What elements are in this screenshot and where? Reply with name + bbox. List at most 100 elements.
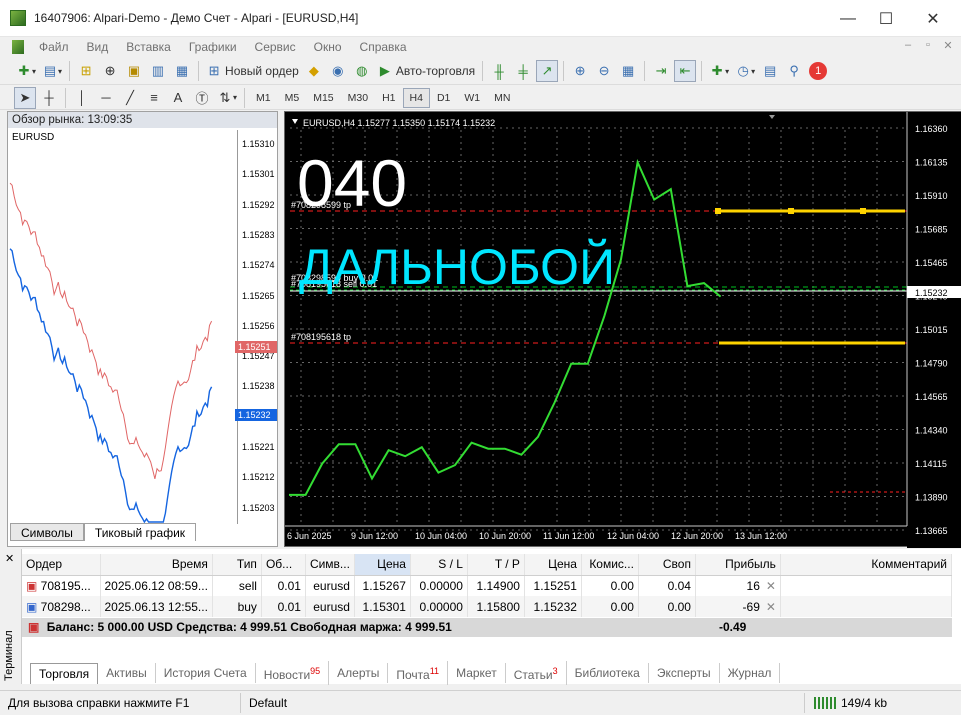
close-order-icon[interactable]: ✕ (766, 579, 776, 593)
tab-tick-chart[interactable]: Тиковый график (83, 523, 197, 541)
price-chart[interactable]: #708298599 tp #708298599 buy 0.01 #70819… (285, 112, 961, 548)
market-watch-button[interactable]: ⊞ (75, 60, 97, 82)
table-row[interactable]: ▣ 708298... 2025.06.13 12:55... buy 0.01… (22, 596, 953, 617)
menu-help[interactable]: Справка (351, 40, 416, 54)
col-tp[interactable]: T / P (467, 554, 525, 576)
tab-market[interactable]: Маркет (448, 663, 506, 683)
trendline-tool[interactable]: ╱ (119, 87, 141, 109)
arrows-tool[interactable]: ⇅ ▾ (215, 87, 239, 109)
chart-window-icon[interactable] (12, 40, 24, 54)
tf-d1[interactable]: D1 (430, 88, 457, 108)
notifications-button[interactable]: 1 (807, 60, 829, 82)
tf-w1[interactable]: W1 (457, 88, 487, 108)
col-current-price[interactable]: Цена (524, 554, 582, 576)
terminal-button[interactable]: ▥ (147, 60, 169, 82)
tf-h4[interactable]: H4 (402, 87, 430, 108)
tab-library[interactable]: Библиотека (567, 663, 649, 683)
indicators-button[interactable]: ✚ ▾ (707, 60, 731, 82)
vertical-line-tool[interactable]: │ (71, 87, 93, 109)
tab-symbols[interactable]: Символы (10, 523, 84, 541)
templates-button[interactable]: ▤ (759, 60, 781, 82)
bar-chart-button[interactable]: ╫ (488, 60, 510, 82)
tab-history[interactable]: История Счета (156, 663, 256, 683)
tab-mailbox[interactable]: Почта11 (388, 661, 449, 685)
chart-shift-button[interactable]: ⇤ (674, 60, 697, 82)
col-time[interactable]: Время (100, 554, 213, 576)
menu-charts[interactable]: Графики (180, 40, 246, 54)
text-tool[interactable]: A (167, 87, 189, 109)
mdi-restore-icon[interactable]: ▫ (920, 39, 936, 53)
chart-collapse-icon[interactable] (292, 119, 298, 124)
menu-window[interactable]: Окно (305, 40, 351, 54)
menu-file[interactable]: Файл (30, 40, 78, 54)
col-volume[interactable]: Об... (261, 554, 306, 576)
signals-button[interactable]: ◉ (327, 60, 349, 82)
col-order[interactable]: Ордер (22, 554, 101, 576)
tp-marker-handle[interactable] (788, 208, 794, 214)
autotrading-button[interactable]: ▶ Авто-торговля (375, 60, 477, 82)
cursor-tool[interactable]: ➤ (14, 86, 36, 109)
tf-m30[interactable]: M30 (341, 88, 375, 108)
crosshair-tool[interactable]: ┼ (38, 87, 60, 109)
tf-m15[interactable]: M15 (306, 88, 340, 108)
new-order-button[interactable]: ⊞ Новый ордер (204, 60, 301, 82)
line-chart-button[interactable]: ↗ (536, 60, 559, 82)
col-symbol[interactable]: Симв... (305, 554, 355, 576)
col-profit[interactable]: Прибыль (695, 554, 781, 576)
close-order-icon[interactable]: ✕ (766, 600, 776, 614)
tf-m5[interactable]: M5 (278, 88, 307, 108)
tile-windows-button[interactable]: ▦ (617, 60, 639, 82)
horizontal-line-tool[interactable]: ─ (95, 87, 117, 109)
chart-info-line: EURUSD,H4 1.15277 1.15350 1.15174 1.1523… (303, 118, 495, 128)
menu-insert[interactable]: Вставка (117, 40, 180, 54)
tab-experts[interactable]: Эксперты (649, 663, 720, 683)
tab-articles[interactable]: Статьи3 (506, 661, 567, 685)
price-tick-label: 1.15685 (915, 225, 948, 235)
periods-button[interactable]: ◷ ▾ (733, 60, 757, 82)
maximize-button[interactable]: ☐ (863, 0, 909, 37)
data-window-button[interactable]: ⊕ (99, 60, 121, 82)
tf-h1[interactable]: H1 (375, 88, 402, 108)
mdi-close-icon[interactable]: ✕ (940, 39, 956, 53)
col-sl[interactable]: S / L (410, 554, 468, 576)
tp-marker-handle[interactable] (860, 208, 866, 214)
market-watch-header: Обзор рынка: 13:09:35 (8, 112, 277, 128)
profiles-button[interactable]: ▤ ▾ (40, 60, 64, 82)
col-type[interactable]: Тип (212, 554, 262, 576)
col-swap[interactable]: Своп (638, 554, 696, 576)
search-button[interactable]: ⚲ (783, 60, 805, 82)
menu-tools[interactable]: Сервис (246, 40, 305, 54)
tp-marker-handle[interactable] (715, 208, 721, 214)
col-comment[interactable]: Комментарий (780, 554, 953, 576)
standard-toolbar: ✚ ▾ ▤ ▾ ⊞ ⊕ ▣ ▥ ▦ ⊞ Новый ордер ◆ ◉ ◍ ▶ Авто… (0, 58, 961, 85)
orders-table: Ордер Время Тип Об... Симв... Цена S / L… (22, 554, 953, 617)
auto-scroll-button[interactable]: ⇥ (650, 60, 672, 82)
tester-button[interactable]: ▦ (171, 60, 193, 82)
fibonacci-tool[interactable]: ≡ (143, 87, 165, 109)
mdi-minimize-icon[interactable]: – (900, 39, 916, 53)
zoom-out-button[interactable]: ⊖ (593, 60, 615, 82)
tab-journal[interactable]: Журнал (720, 663, 781, 683)
chart-shift-marker-icon[interactable] (769, 115, 775, 119)
text-label-tool[interactable]: Ⓣ (191, 87, 213, 109)
col-commission[interactable]: Комис... (581, 554, 639, 576)
table-row[interactable]: ▣ 708195... 2025.06.12 08:59... sell 0.0… (22, 575, 953, 596)
vps-button[interactable]: ◍ (351, 60, 373, 82)
tab-exposure[interactable]: Активы (98, 663, 156, 683)
navigator-button[interactable]: ▣ (123, 60, 145, 82)
tab-trade[interactable]: Торговля (30, 662, 99, 684)
tf-m1[interactable]: M1 (249, 88, 278, 108)
new-chart-button[interactable]: ✚ ▾ (14, 60, 38, 82)
candlestick-button[interactable]: ╪ (512, 60, 534, 82)
terminal-close-icon[interactable]: ✕ (5, 552, 14, 565)
menu-view[interactable]: Вид (78, 40, 118, 54)
tf-mn[interactable]: MN (487, 88, 517, 108)
metaeditor-button[interactable]: ◆ (303, 60, 325, 82)
tab-news[interactable]: Новости95 (256, 661, 330, 685)
zoom-in-button[interactable]: ⊕ (569, 60, 591, 82)
order-current-price: 1.15251 (524, 575, 582, 596)
tab-alerts[interactable]: Алерты (329, 663, 389, 683)
col-price[interactable]: Цена (354, 554, 411, 576)
chart-window[interactable]: #708298599 tp #708298599 buy 0.01 #70819… (284, 111, 961, 548)
close-button[interactable]: ✕ (910, 0, 956, 37)
